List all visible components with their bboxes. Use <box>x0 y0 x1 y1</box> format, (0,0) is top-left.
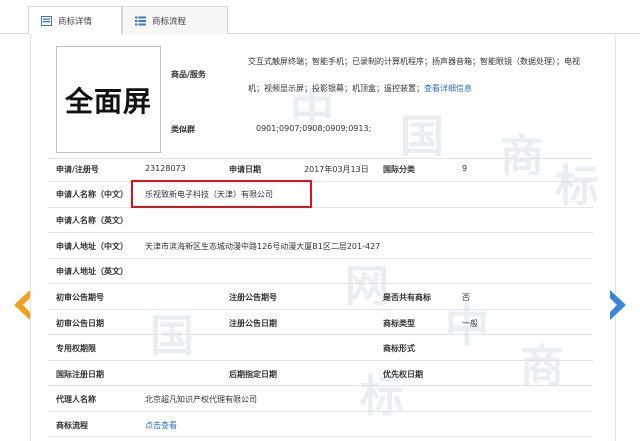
apply-date-value: 2017年03月13日 <box>304 165 369 174</box>
intl-class-label: 国际分类 <box>383 165 415 174</box>
trademark-image: 全面屏 <box>56 46 161 153</box>
address-en-label: 申请人地址（英文） <box>56 267 128 276</box>
tab-label: 商标详情 <box>58 17 93 27</box>
watermark-char: 国 <box>400 111 444 162</box>
priority-date-label: 优先权日期 <box>383 370 423 379</box>
tab-trademark-detail[interactable]: 商标详情 <box>28 6 122 35</box>
trademark-flow-label: 商标流程 <box>56 421 88 430</box>
reg-pub-no-label: 注册公告期号 <box>229 293 277 302</box>
goods-services-value: 交互式触屏终端；智能手机；已录制的计算机程序；扬声器音箱；智能眼镜（数据处理）；… <box>248 57 580 93</box>
trademark-image-text: 全面屏 <box>64 84 152 118</box>
watermark-char: 标 <box>555 161 599 212</box>
mark-form-label: 商标形式 <box>383 344 415 353</box>
view-flow-link[interactable]: 点击查看 <box>145 420 177 431</box>
similar-group-label: 类似群 <box>171 125 195 134</box>
row-divider <box>48 181 593 182</box>
list-icon <box>135 16 146 26</box>
first-pub-date-label: 初审公告日期 <box>56 319 104 328</box>
goods-services-text: 交互式触屏终端；智能手机；已录制的计算机程序；扬声器音箱；智能眼镜（数据处理）；… <box>248 48 593 102</box>
intl-class-value: 9 <box>462 164 468 173</box>
shared-mark-label: 是否共有商标 <box>383 293 431 302</box>
row-divider <box>48 158 593 159</box>
row-divider <box>48 411 593 412</box>
goods-label: 商品/服务 <box>171 70 206 79</box>
applicant-highlight-box <box>131 180 312 208</box>
view-details-link[interactable]: 查看详细信息 <box>424 84 472 93</box>
apply-date-label: 申请日期 <box>229 165 261 174</box>
mark-type-value: 一般 <box>462 319 478 328</box>
intl-reg-date-label: 国际注册日期 <box>56 370 104 379</box>
watermark-char: 网 <box>345 261 389 312</box>
agent-label: 代理人名称 <box>56 395 96 404</box>
row-divider <box>48 385 593 386</box>
address-cn-value: 天津市滨海新区生态城动漫中路126号动漫大厦B1区二层201-427 <box>145 242 381 251</box>
row-divider <box>48 309 593 310</box>
similar-group-value: 0901;0907;0908;0909;0913; <box>256 124 372 133</box>
later-date-label: 后期指定日期 <box>229 370 277 379</box>
mark-type-label: 商标类型 <box>383 319 415 328</box>
agent-value: 北京超凡知识产权代理有限公司 <box>145 395 257 404</box>
row-divider <box>48 360 593 361</box>
row-divider <box>48 258 593 259</box>
row-divider <box>48 436 593 437</box>
first-pub-no-label: 初审公告期号 <box>56 293 104 302</box>
reg-pub-date-label: 注册公告日期 <box>229 319 277 328</box>
arrow-left-icon <box>14 290 30 320</box>
watermark-char: 商 <box>500 131 544 182</box>
reg-no-value: 23128073 <box>145 164 186 173</box>
previous-arrow-button[interactable] <box>10 288 34 322</box>
row-divider <box>48 232 593 233</box>
applicant-en-label: 申请人名称（英文） <box>56 216 128 225</box>
document-icon <box>41 16 52 26</box>
shared-mark-value: 否 <box>462 293 470 302</box>
next-arrow-button[interactable] <box>606 288 630 322</box>
applicant-cn-label: 申请人名称（中文） <box>56 190 128 199</box>
reg-no-label: 申请/注册号 <box>56 165 99 174</box>
tab-bar: 商标详情 商标流程 <box>0 0 640 35</box>
arrow-right-icon <box>610 290 626 320</box>
row-divider <box>48 207 593 208</box>
row-divider <box>48 283 593 284</box>
row-divider <box>48 334 593 335</box>
exclusive-period-label: 专用权期限 <box>56 344 96 353</box>
tab-label: 商标流程 <box>152 16 187 27</box>
tab-trademark-flow[interactable]: 商标流程 <box>122 6 228 34</box>
address-cn-label: 申请人地址（中文） <box>56 242 128 251</box>
